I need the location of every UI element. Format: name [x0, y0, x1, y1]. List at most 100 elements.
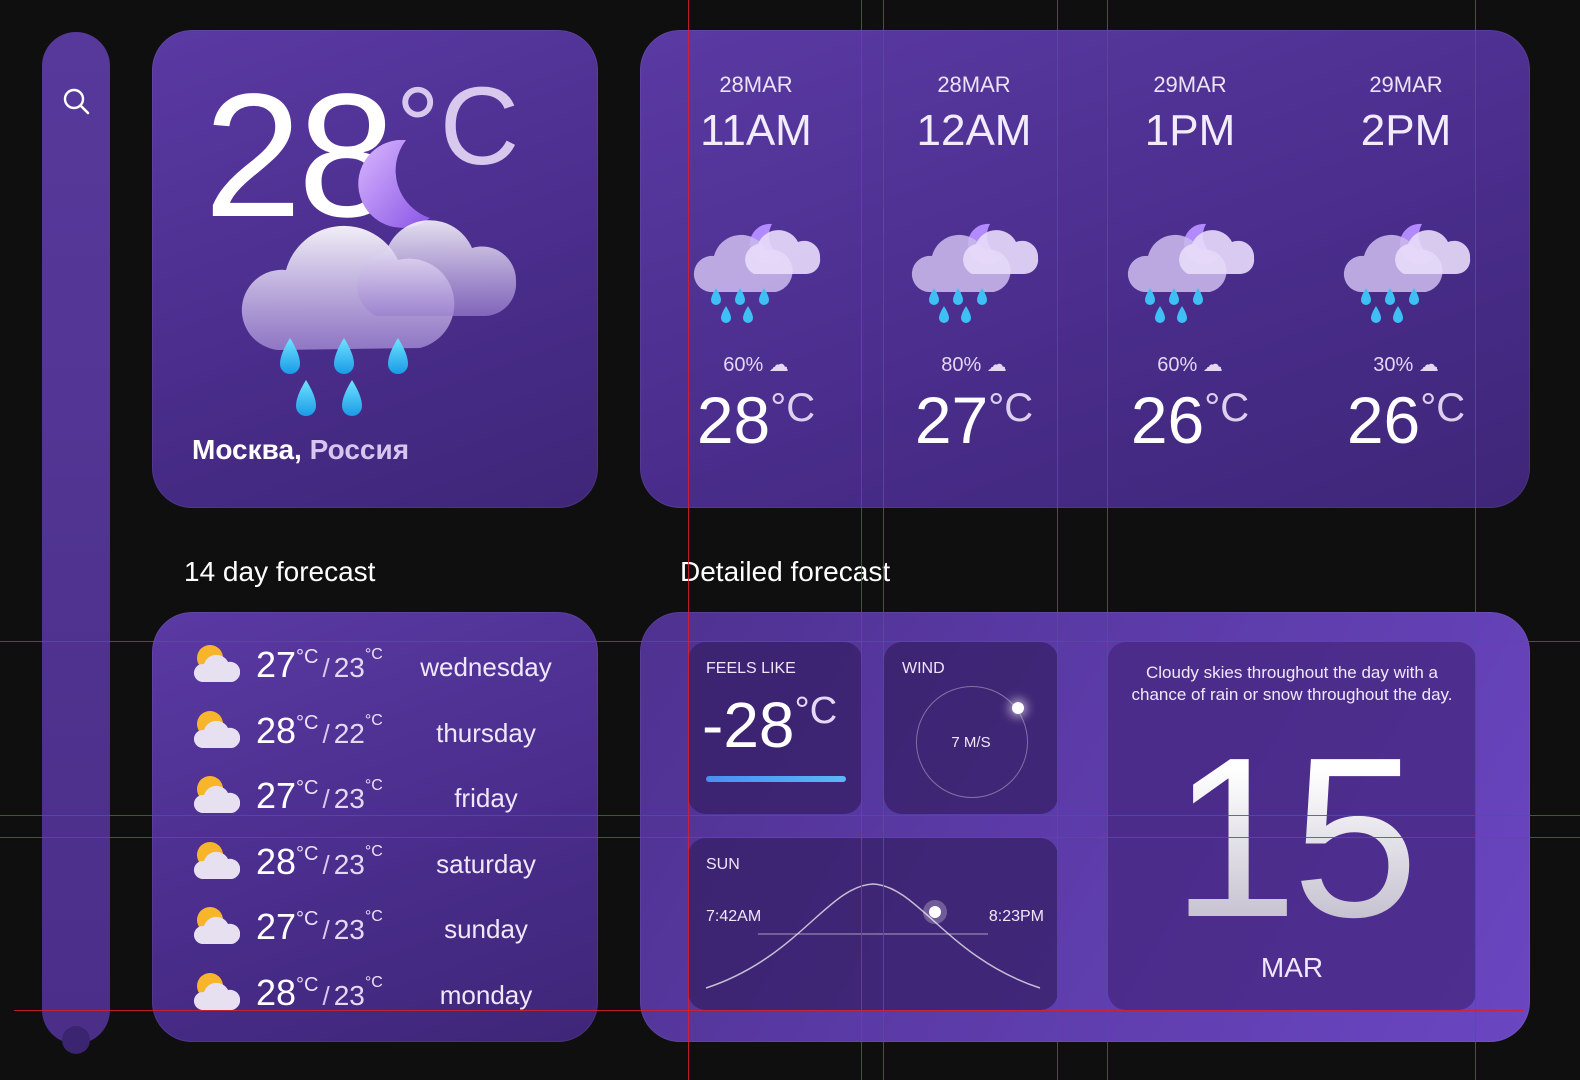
cloud-moon-rain-icon	[690, 188, 830, 328]
hourly-forecast-item[interactable]: 28MAR 11AM 60% ☁ 28°C	[656, 30, 856, 508]
hourly-forecast-card: 28MAR 11AM 60% ☁ 28°C 28MAR 12AM 80% ☁ 2…	[640, 30, 1530, 508]
feels-like-card[interactable]: FEELS LIKE -28°C	[688, 642, 862, 814]
sunset-time: 8:23PM	[988, 908, 1044, 925]
day-high-unit: °C	[296, 908, 319, 930]
sun-card[interactable]: SUN 7:42AM 8:23PM	[688, 838, 1058, 1010]
day-low: 23°C	[333, 973, 383, 1011]
hour-temperature: 28°C	[696, 383, 816, 457]
day-low-unit: °C	[364, 973, 383, 991]
precipitation-chance: 60% ☁	[723, 354, 789, 376]
day-name: friday	[454, 783, 518, 813]
hourly-forecast-item[interactable]: 29MAR 2PM 30% ☁ 26°C	[1306, 30, 1506, 508]
day-high-unit: °C	[296, 646, 319, 668]
day-low-unit: °C	[364, 777, 383, 794]
day-name: saturday	[436, 848, 536, 879]
temp-separator: /	[322, 653, 330, 683]
cloud-moon-rain-icon	[241, 140, 517, 416]
hour-temperature-unit: °C	[1420, 386, 1466, 430]
summary-month: MAR	[1260, 952, 1324, 983]
daily-forecast-row[interactable]: 28°C/22°C thursday	[152, 700, 598, 760]
day-high: 28	[256, 709, 297, 751]
detailed-forecast-title: Detailed forecast	[680, 556, 891, 587]
hour-date: 29MAR	[1369, 72, 1443, 97]
detailed-forecast-card: FEELS LIKE -28°C WIND 7 M/S SUN 7:42AM 8…	[640, 612, 1530, 1042]
sun-cloud-icon	[188, 704, 241, 756]
hourly-forecast-item[interactable]: 28MAR 12AM 80% ☁ 27°C	[874, 30, 1074, 508]
hour-time: 2PM	[1360, 106, 1452, 155]
daily-forecast-row[interactable]: 27°C/23°C sunday	[152, 896, 598, 956]
hour-time: 12AM	[916, 106, 1032, 155]
current-weather-card: 28°C Москва, Россия	[152, 30, 598, 508]
day-high: 27	[256, 775, 297, 816]
cloud-moon-rain-icon	[1340, 188, 1480, 328]
cloud-rain-icon: ☁	[1202, 354, 1223, 376]
hour-temperature: 26°C	[1346, 383, 1466, 457]
day-low-unit: °C	[364, 711, 383, 729]
day-high-unit: °C	[296, 842, 319, 865]
sunrise-time: 7:42AM	[706, 908, 762, 925]
day-low-unit: °C	[364, 908, 383, 925]
temp-separator: /	[322, 784, 330, 814]
location: Москва, Россия	[192, 434, 409, 466]
cloud-rain-icon: ☁	[986, 354, 1007, 376]
location-city: Москва,	[192, 434, 302, 465]
temp-separator: /	[322, 718, 330, 749]
daily-forecast-row[interactable]: 28°C/23°C saturday	[152, 831, 598, 891]
daily-forecast-row[interactable]: 27°C/23°C wednesday	[152, 634, 598, 694]
weather-summary: Cloudy skies throughout the day with a c…	[1131, 663, 1453, 704]
hour-temperature-unit: °C	[1204, 386, 1250, 430]
hour-time: 11AM	[700, 106, 812, 155]
day-name: monday	[439, 979, 533, 1010]
day-high: 27	[256, 906, 297, 947]
day-temperatures: 28°C/22°C	[256, 710, 383, 752]
cloud-rain-icon: ☁	[1418, 354, 1439, 376]
day-temperatures: 27°C/23°C	[256, 644, 383, 686]
day-high-unit: °C	[296, 711, 319, 734]
daily-forecast-title: 14 day forecast	[184, 556, 376, 587]
day-temperatures: 27°C/23°C	[256, 906, 383, 948]
hour-date: 29MAR	[1153, 72, 1227, 97]
hourly-forecast-item[interactable]: 29MAR 1PM 60% ☁ 26°C	[1090, 30, 1290, 508]
wind-direction-indicator	[1012, 702, 1024, 714]
day-low: 22°C	[333, 711, 383, 749]
day-high-unit: °C	[296, 973, 319, 996]
search-icon[interactable]	[61, 86, 91, 116]
feels-like-label: FEELS LIKE	[706, 660, 796, 677]
sun-cloud-icon	[188, 835, 241, 887]
feels-like-unit: °C	[794, 690, 838, 732]
cloud-moon-rain-icon	[908, 188, 1048, 328]
sun-cloud-icon	[188, 966, 241, 1018]
day-high: 28	[256, 840, 297, 882]
day-low: 23°C	[333, 842, 383, 880]
daily-forecast-row[interactable]: 28°C/23°C monday	[152, 962, 598, 1022]
day-summary-card[interactable]: Cloudy skies throughout the day with a c…	[1108, 642, 1476, 1010]
day-temperatures: 28°C/23°C	[256, 972, 383, 1014]
precipitation-chance: 80% ☁	[941, 354, 1007, 376]
wind-label: WIND	[902, 660, 945, 677]
cloud-rain-icon: ☁	[768, 354, 789, 376]
day-name: sunday	[444, 914, 528, 944]
temp-separator: /	[322, 915, 330, 945]
summary-day-number: 15	[1108, 724, 1476, 952]
day-low: 23°C	[333, 777, 383, 814]
hour-temperature-unit: °C	[988, 386, 1034, 430]
wind-value: 7 M/S	[951, 734, 991, 751]
hour-temperature-unit: °C	[770, 386, 816, 430]
day-temperatures: 27 °C /23°C	[256, 775, 383, 817]
day-name: wednesday	[420, 652, 552, 682]
day-temperatures: 28°C/23°C	[256, 841, 383, 883]
daily-forecast-row[interactable]: 27 °C /23°C friday	[152, 765, 598, 825]
wind-card[interactable]: WIND 7 M/S	[884, 642, 1058, 814]
temp-separator: /	[322, 980, 330, 1011]
day-low: 23°C	[333, 646, 383, 683]
precipitation-chance: 60% ☁	[1157, 354, 1223, 376]
sun-cloud-icon	[188, 900, 241, 952]
day-high: 27	[256, 644, 297, 685]
day-name: thursday	[436, 717, 536, 748]
daily-forecast-list: 27°C/23°C wednesday 28°C/22°C thursday 2…	[152, 612, 598, 1042]
sidebar-scroll-handle[interactable]	[62, 1026, 90, 1054]
cloud-moon-rain-icon	[1124, 188, 1264, 328]
day-low-unit: °C	[364, 842, 383, 860]
feels-like-bar	[706, 776, 846, 782]
day-low: 23°C	[333, 908, 383, 945]
